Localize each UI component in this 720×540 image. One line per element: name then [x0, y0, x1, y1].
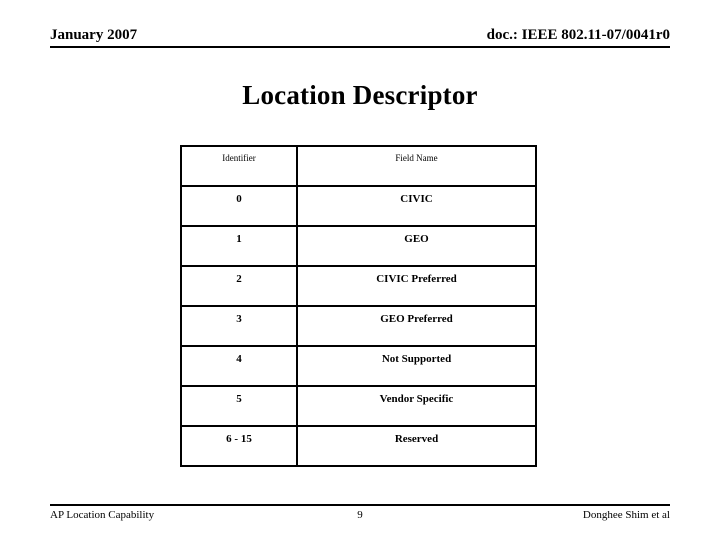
cell-field-name: Reserved: [296, 425, 537, 467]
footer-divider: [50, 504, 670, 506]
cell-identifier: 6 - 15: [180, 425, 298, 467]
column-header-identifier: Identifier: [180, 145, 298, 187]
cell-identifier: 5: [180, 385, 298, 427]
footer-authors: Donghee Shim et al: [582, 509, 670, 521]
slide-footer: AP Location Capability 9 Donghee Shim et…: [50, 509, 670, 525]
table-header-row: Identifier Field Name: [180, 145, 537, 187]
cell-field-name: Not Supported: [296, 345, 537, 387]
table-row: 6 - 15 Reserved: [180, 425, 537, 467]
table-row: 5 Vendor Specific: [180, 385, 537, 427]
header-document-id: doc.: IEEE 802.11-07/0041r0: [486, 27, 670, 43]
cell-field-name: CIVIC Preferred: [296, 265, 537, 307]
header-divider: [50, 46, 670, 48]
header-date: January 2007: [50, 27, 138, 43]
cell-identifier: 3: [180, 305, 298, 347]
cell-identifier: 1: [180, 225, 298, 267]
table-row: 1 GEO: [180, 225, 537, 267]
cell-identifier: 2: [180, 265, 298, 307]
location-descriptor-table: Identifier Field Name 0 CIVIC 1 GEO 2 CI…: [180, 145, 537, 467]
column-header-field-name: Field Name: [296, 145, 537, 187]
page-title: Location Descriptor: [242, 80, 478, 110]
table-row: 0 CIVIC: [180, 185, 537, 227]
footer-page-number: 9: [357, 509, 363, 521]
table-row: 3 GEO Preferred: [180, 305, 537, 347]
cell-field-name: Vendor Specific: [296, 385, 537, 427]
table-row: 4 Not Supported: [180, 345, 537, 387]
cell-field-name: CIVIC: [296, 185, 537, 227]
cell-field-name: GEO Preferred: [296, 305, 537, 347]
cell-identifier: 4: [180, 345, 298, 387]
cell-field-name: GEO: [296, 225, 537, 267]
table-row: 2 CIVIC Preferred: [180, 265, 537, 307]
cell-identifier: 0: [180, 185, 298, 227]
